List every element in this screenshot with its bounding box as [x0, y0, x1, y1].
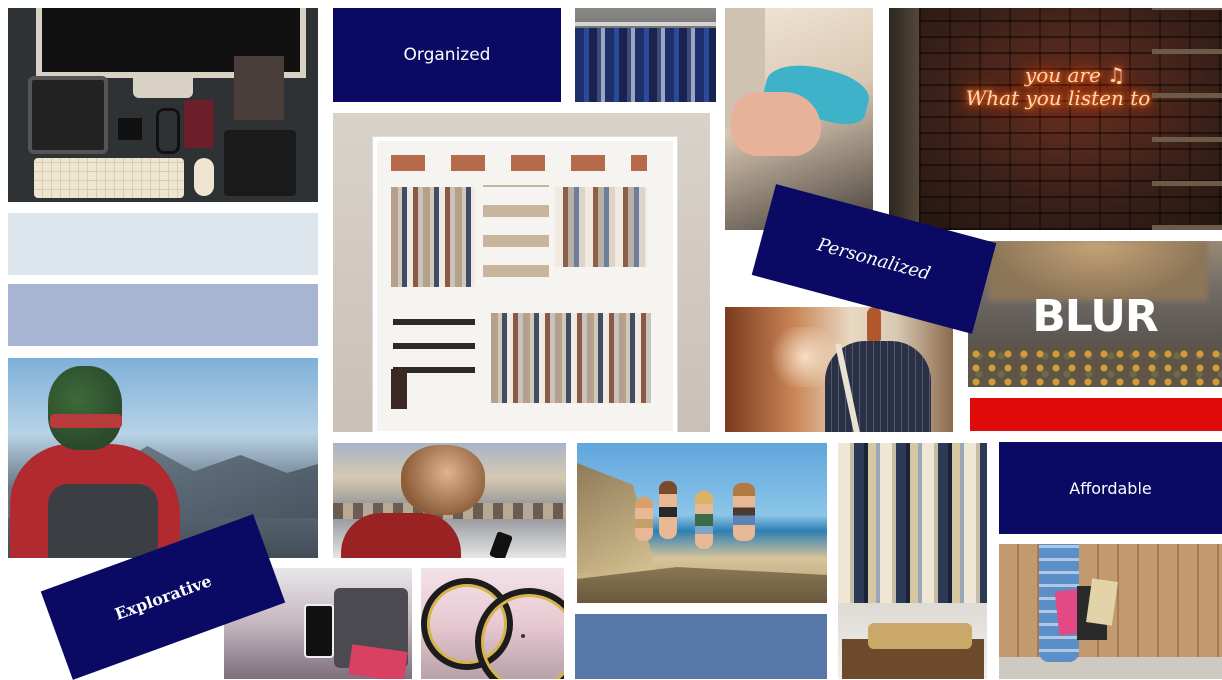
tablet-shape — [28, 76, 108, 154]
pale-blue-swatch — [8, 213, 318, 275]
girl-with-phone-photo — [333, 443, 566, 558]
shopper-bags-photo — [999, 544, 1222, 679]
tailor-mannequin-photo — [725, 307, 953, 432]
closet-organizer-photo — [333, 113, 710, 432]
clothing-rack-photo — [838, 443, 987, 679]
keyboard-shape — [34, 158, 184, 198]
mid-blue-swatch — [575, 614, 827, 679]
blur-photo: BLUR — [968, 241, 1222, 387]
red-swatch — [970, 398, 1222, 431]
blur-title: BLUR — [1032, 291, 1159, 342]
desk-workspace-photo — [8, 8, 318, 202]
bicycle-wheels-photo — [421, 568, 564, 679]
suits-rack-photo — [575, 8, 716, 102]
affordable-label: Affordable — [999, 442, 1222, 534]
neon-sign-text: you are ♫ What you listen to — [965, 63, 1151, 110]
organized-label: Organized — [333, 8, 561, 102]
lavender-blue-swatch — [8, 284, 318, 346]
neon-sign-photo: you are ♫ What you listen to — [889, 8, 1222, 230]
beach-friends-photo — [577, 443, 827, 603]
hiker-mountains-photo — [8, 358, 318, 558]
